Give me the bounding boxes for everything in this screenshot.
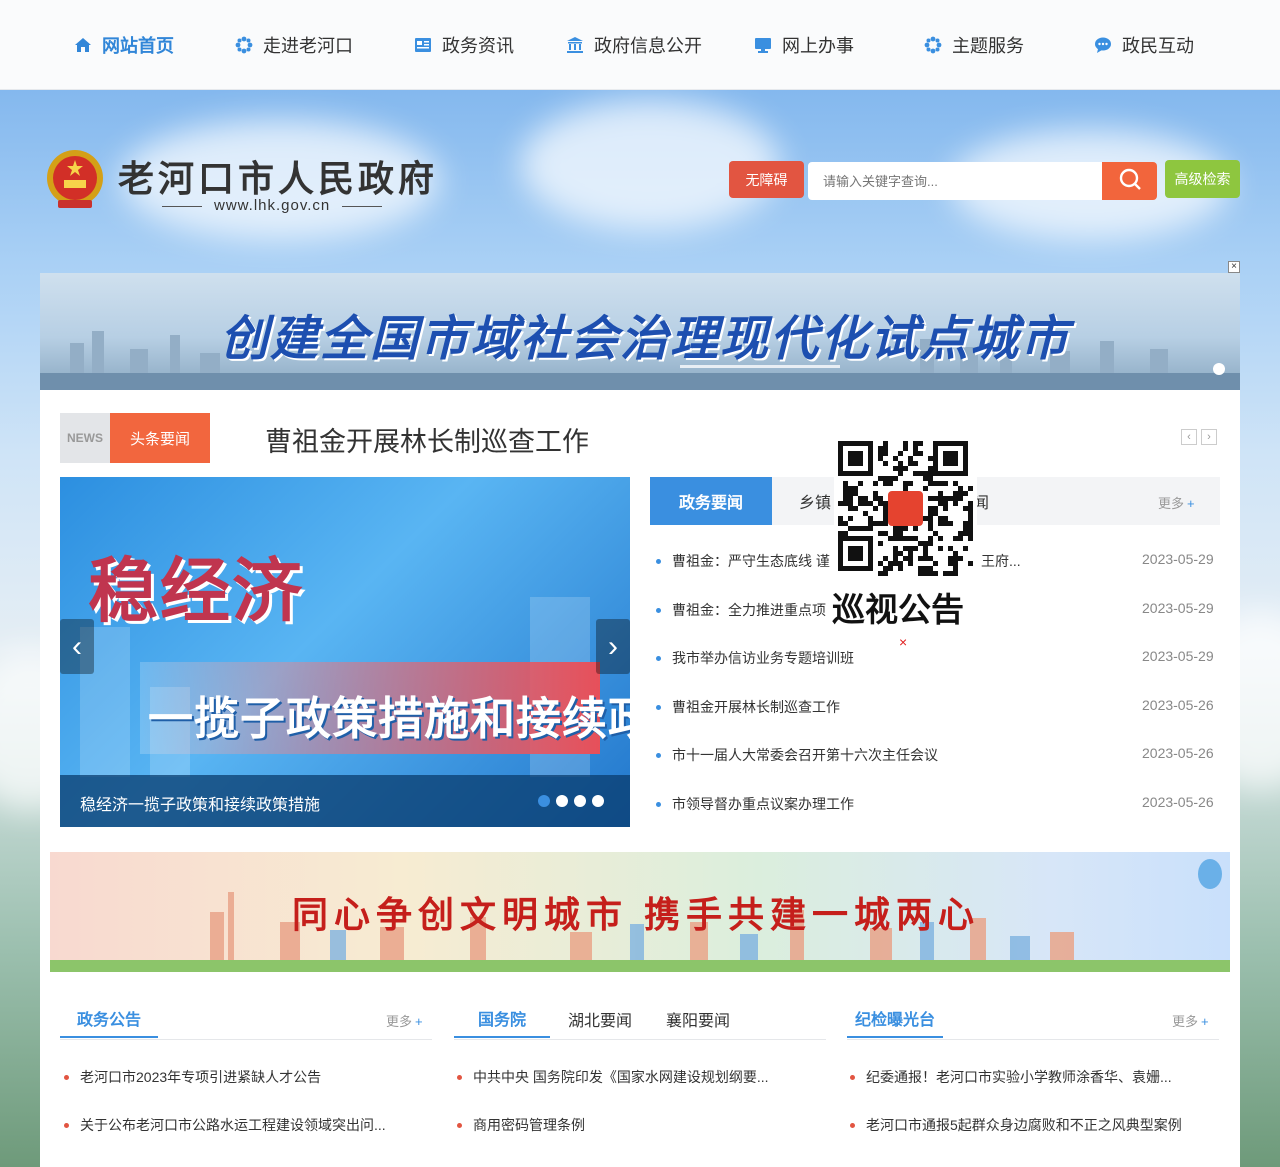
nav-item-home[interactable]: 网站首页: [74, 0, 174, 90]
news-item-date: 2023-05-26: [1142, 793, 1214, 810]
tab-state-council[interactable]: 国务院: [454, 1000, 551, 1038]
news-item-date: 2023-05-29: [1142, 551, 1214, 567]
slider-dots: [538, 795, 604, 807]
tab-township[interactable]: 乡镇: [790, 477, 840, 525]
news-item[interactable]: 市领导督办重点议案办理工作: [656, 794, 1036, 814]
top-nav: 网站首页 走进老河口 政务资讯 政府信息公开 网上办事 主题服务 政民互动: [0, 0, 1280, 90]
list-item[interactable]: 老河口市2023年专项引进紧缺人才公告: [64, 1067, 424, 1087]
news-item-title: 曹祖金开展林长制巡查工作: [672, 698, 840, 715]
news-item[interactable]: 市十一届人大常委会召开第十六次主任会议: [656, 745, 1036, 765]
news-tag-icon: NEWS: [60, 413, 110, 463]
national-emblem-logo: [44, 148, 106, 214]
civilization-banner[interactable]: 同心争创文明城市 携手共建一城两心: [50, 852, 1230, 972]
list-item[interactable]: 中共中央 国务院印发《国家水网建设规划纲要...: [457, 1067, 817, 1087]
slider-prev-button[interactable]: ‹: [60, 619, 94, 674]
slide-title: 稳经济: [88, 552, 304, 630]
search-input[interactable]: [808, 162, 1102, 200]
headline-title[interactable]: 曹祖金开展林长制巡查工作: [265, 420, 589, 459]
news-item-date: 2023-05-29: [1142, 648, 1214, 664]
search-button[interactable]: [1102, 162, 1157, 200]
news-item-title: 曹祖金：全力推进重点项: [672, 601, 826, 618]
more-link[interactable]: 更多 +: [1158, 493, 1195, 512]
tab-announcements[interactable]: 政务公告: [60, 1000, 159, 1038]
nav-item-news[interactable]: 政务资讯: [414, 0, 514, 90]
more-link[interactable]: 更多 +: [386, 1011, 423, 1030]
nav-label: 网站首页: [102, 36, 174, 56]
home-icon: [74, 36, 92, 54]
news-item-date: 2023-05-26: [1142, 745, 1214, 761]
government-building-icon: [566, 36, 584, 54]
news-item-title: 曹祖金：严守生态底线 谨: [672, 553, 830, 569]
banner-dot[interactable]: [1213, 363, 1225, 375]
campaign-banner-text: 创建全国市域社会治理现代化试点城市: [220, 313, 1071, 366]
slide-caption-bar: 稳经济一揽子政策和接续政策措施: [60, 775, 630, 827]
site-name: 老河口市人民政府: [118, 158, 439, 199]
headline-prev-button[interactable]: ‹: [1181, 429, 1197, 445]
news-item[interactable]: 曹祖金开展林长制巡查工作: [656, 697, 1036, 717]
list-item[interactable]: 商用密码管理条例: [457, 1115, 817, 1135]
nav-item-interaction[interactable]: 政民互动: [1094, 0, 1194, 90]
nav-label: 政府信息公开: [594, 36, 702, 56]
slider-dot[interactable]: [538, 795, 550, 807]
more-link[interactable]: 更多 +: [1172, 1011, 1209, 1030]
nav-label: 政民互动: [1122, 36, 1194, 56]
news-icon: [414, 36, 432, 54]
site-url: www.lhk.gov.cn: [150, 197, 394, 214]
headline-tag: 头条要闻: [110, 413, 210, 463]
nav-item-online-service[interactable]: 网上办事: [754, 0, 854, 90]
accessibility-button[interactable]: 无障碍: [729, 161, 804, 198]
news-item-title: 我市举办信访业务专题培训班: [672, 650, 854, 666]
nav-label: 主题服务: [952, 36, 1024, 56]
image-slider[interactable]: 稳经济 一揽子政策措施和接续政策 ‹ › 稳经济一揽子政策和接续政策措施: [60, 477, 630, 827]
slide-subtitle: 一揽子政策措施和接续政策: [148, 693, 630, 744]
monitor-icon: [754, 36, 772, 54]
tab-discipline-exposure[interactable]: 纪检曝光台: [847, 1000, 944, 1038]
advanced-search-button[interactable]: 高级检索: [1165, 160, 1240, 198]
flower-icon: [235, 36, 253, 54]
list-item[interactable]: 老河口市通报5起群众身边腐败和不正之风典型案例: [850, 1115, 1220, 1135]
news-item-title: 市十一届人大常委会召开第十六次主任会议: [672, 747, 938, 763]
tab-government-news[interactable]: 政务要闻: [650, 477, 772, 525]
news-item-title-tail: 王府...: [981, 553, 1021, 569]
nav-label: 网上办事: [782, 36, 854, 56]
close-icon[interactable]: ×: [1228, 261, 1240, 273]
qr-code[interactable]: [834, 437, 977, 580]
news-item-date: 2023-05-26: [1142, 696, 1214, 713]
slider-next-button[interactable]: ›: [596, 619, 630, 674]
news-item[interactable]: 我市举办信访业务专题培训班: [656, 648, 1036, 668]
nav-item-about[interactable]: 走进老河口: [235, 0, 353, 90]
slider-dot[interactable]: [592, 795, 604, 807]
nav-item-info-public[interactable]: 政府信息公开: [566, 0, 702, 90]
news-item-date: 2023-05-29: [1142, 599, 1214, 616]
flower-icon: [924, 36, 942, 54]
headline-next-button[interactable]: ›: [1201, 429, 1217, 445]
nav-item-theme-service[interactable]: 主题服务: [924, 0, 1024, 90]
slider-dot[interactable]: [574, 795, 586, 807]
campaign-banner[interactable]: 创建全国市域社会治理现代化试点城市: [40, 273, 1240, 390]
news-item-title: 市领导督办重点议案办理工作: [672, 795, 854, 812]
tab-xiangyang-news[interactable]: 襄阳要闻: [666, 1000, 730, 1038]
tab-hubei-news[interactable]: 湖北要闻: [568, 1000, 632, 1038]
slider-dot[interactable]: [556, 795, 568, 807]
civilization-banner-text: 同心争创文明城市 携手共建一城两心: [292, 894, 981, 935]
list-item[interactable]: 纪委通报！老河口市实验小学教师涂香华、袁姗...: [850, 1067, 1220, 1087]
nav-label: 政务资讯: [442, 36, 514, 56]
qr-popup-title[interactable]: 巡视公告: [832, 583, 964, 631]
chat-icon: [1094, 36, 1112, 54]
search-icon: [1118, 167, 1142, 196]
slide-caption[interactable]: 稳经济一揽子政策和接续政策措施: [80, 791, 320, 815]
list-item[interactable]: 关于公布老河口市公路水运工程建设领域突出问...: [64, 1115, 424, 1135]
nav-label: 走进老河口: [263, 36, 353, 56]
close-icon[interactable]: ×: [899, 634, 907, 650]
